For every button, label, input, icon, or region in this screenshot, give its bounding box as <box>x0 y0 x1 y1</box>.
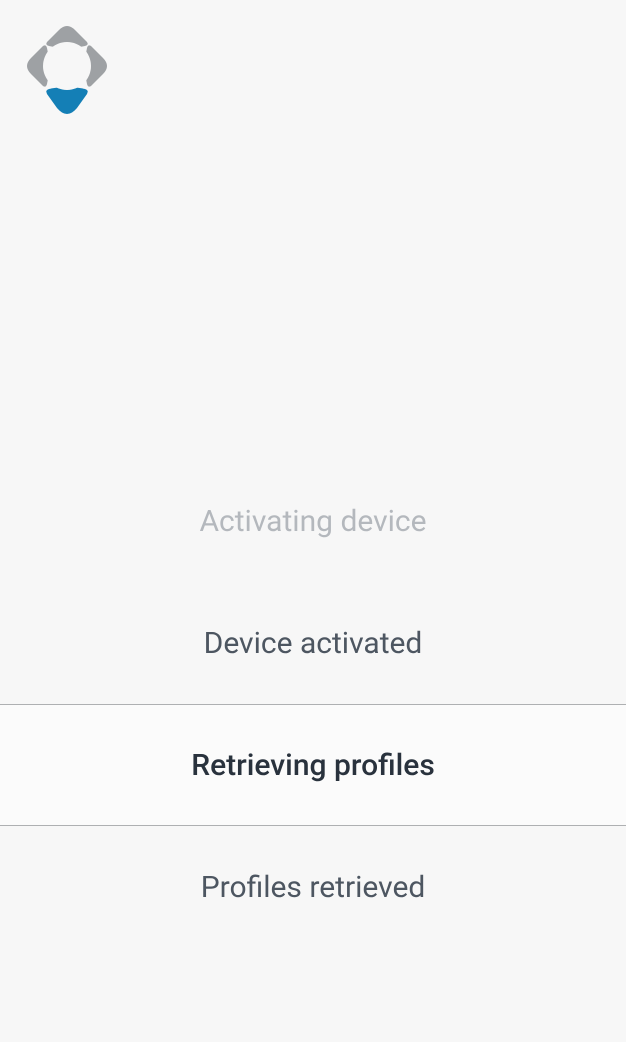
status-step-list: Activating device Device activated Retri… <box>0 460 626 948</box>
app-logo-icon <box>27 26 107 114</box>
status-step-activating: Activating device <box>0 460 626 582</box>
status-step-label: Retrieving profiles <box>191 748 435 783</box>
status-step-label: Device activated <box>204 626 423 661</box>
status-step-retrieving: Retrieving profiles <box>0 704 626 826</box>
status-step-retrieved: Profiles retrieved <box>0 826 626 948</box>
header-logo-area <box>0 0 626 460</box>
status-step-label: Profiles retrieved <box>201 870 426 905</box>
status-step-activated: Device activated <box>0 582 626 704</box>
status-step-label: Activating device <box>199 504 426 539</box>
